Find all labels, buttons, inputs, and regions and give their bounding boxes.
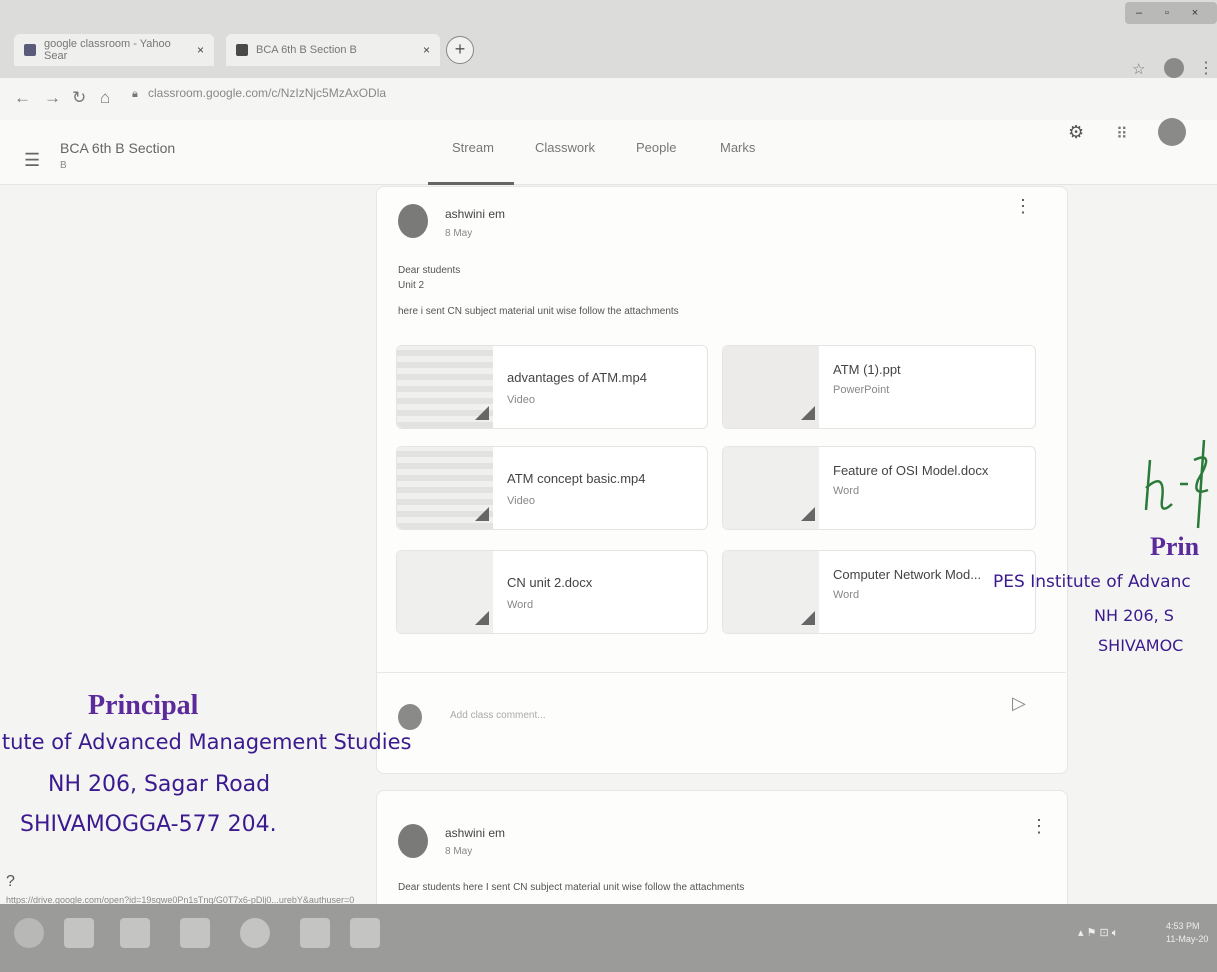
classroom-favicon-icon <box>236 44 248 56</box>
post-text-line: Unit 2 <box>398 280 425 291</box>
post-text-line: Dear students <box>398 265 461 276</box>
yahoo-favicon-icon <box>24 44 36 56</box>
post-more-options-icon[interactable]: ⋮ <box>1014 196 1032 217</box>
stamp-principal-title: Principal <box>88 690 199 721</box>
close-window-button[interactable]: × <box>1181 2 1209 24</box>
tab-marks[interactable]: Marks <box>720 140 755 155</box>
hamburger-menu-icon[interactable]: ☰ <box>24 150 40 171</box>
class-comment-input[interactable]: Add class comment... <box>450 710 546 721</box>
post-more-options-icon[interactable]: ⋮ <box>1030 816 1048 837</box>
attachment-video[interactable]: advantages of ATM.mp4 Video <box>396 345 708 429</box>
attachment-type: Word <box>507 599 534 611</box>
attachment-title: ATM (1).ppt <box>833 362 901 377</box>
attachment-type: Word <box>833 485 860 497</box>
home-icon[interactable]: ⌂ <box>100 88 110 108</box>
forward-icon[interactable]: → <box>44 88 61 108</box>
stamp-address-line: NH 206, S <box>1094 606 1174 625</box>
tray-time: 4:53 PM <box>1166 921 1200 931</box>
post-author: ashwini em <box>445 826 506 840</box>
system-tray-icons[interactable]: ▴ ⚑ ⊡ 🔈︎ <box>1078 926 1118 940</box>
attachment-title: ATM concept basic.mp4 <box>507 471 646 486</box>
gear-icon[interactable]: ⚙ <box>1068 122 1084 143</box>
file-corner-icon <box>801 611 815 625</box>
close-tab-icon[interactable]: × <box>197 43 204 57</box>
stamp-city-line: SHIVAMOC <box>1098 636 1184 655</box>
apps-grid-icon[interactable]: ⠿ <box>1116 124 1128 144</box>
start-button-icon[interactable] <box>14 918 44 948</box>
tab-label: BCA 6th B Section B <box>256 44 357 56</box>
attachment-word[interactable]: Feature of OSI Model.docx Word <box>722 446 1036 530</box>
chrome-icon[interactable] <box>240 918 270 948</box>
reload-icon[interactable]: ↻ <box>72 88 86 108</box>
attachment-type: Word <box>833 589 860 601</box>
browser-tab-classroom[interactable]: BCA 6th B Section B × <box>226 34 440 66</box>
back-icon[interactable]: ← <box>14 88 31 108</box>
window-controls: – ▫ × <box>1125 2 1217 24</box>
maximize-button[interactable]: ▫ <box>1153 2 1181 24</box>
word-icon[interactable] <box>350 918 380 948</box>
internet-explorer-icon[interactable] <box>64 918 94 948</box>
stamp-institute-line: PES Institute of Advanc <box>993 572 1191 592</box>
attachment-title: Feature of OSI Model.docx <box>833 463 989 478</box>
post-text-line: here i sent CN subject material unit wis… <box>398 306 679 317</box>
handwritten-signature <box>1144 440 1209 529</box>
post-date: 8 May <box>445 228 473 239</box>
post-text: Dear students here I sent CN subject mat… <box>398 882 745 893</box>
account-avatar[interactable] <box>1158 118 1186 146</box>
classroom-header <box>0 120 1217 185</box>
browser-tab-yahoo[interactable]: google classroom - Yahoo Sear × <box>14 34 214 66</box>
post-author: ashwini em <box>445 207 506 221</box>
help-icon[interactable]: ? <box>6 873 15 891</box>
attachment-type: PowerPoint <box>833 384 890 396</box>
paint-icon[interactable] <box>300 918 330 948</box>
new-tab-button[interactable]: + <box>446 36 474 64</box>
tray-clock[interactable]: 4:53 PM 11-May-20 <box>1166 920 1208 946</box>
stamp-principal-title: Prin <box>1150 532 1200 561</box>
tab-label: google classroom - Yahoo Sear <box>44 38 171 62</box>
send-icon[interactable]: ▷ <box>1012 693 1026 714</box>
file-explorer-icon[interactable] <box>120 918 150 948</box>
class-title[interactable]: BCA 6th B Section <box>60 140 175 156</box>
attachment-word[interactable]: CN unit 2.docx Word <box>396 550 708 634</box>
class-subtitle: B <box>60 160 67 171</box>
stamp-address-line: NH 206, Sagar Road <box>48 772 271 797</box>
stream-post-card <box>376 790 1068 922</box>
attachment-powerpoint[interactable]: ATM (1).ppt PowerPoint <box>722 345 1036 429</box>
post-date: 8 May <box>445 846 473 857</box>
attachment-word[interactable]: Computer Network Mod... Word <box>722 550 1036 634</box>
file-corner-icon <box>475 406 489 420</box>
url-input[interactable]: classroom.google.com/c/NzIzNjc5MzAxODla <box>148 86 386 100</box>
attachment-title: advantages of ATM.mp4 <box>507 370 647 385</box>
media-player-icon[interactable] <box>180 918 210 948</box>
minimize-button[interactable]: – <box>1125 2 1153 24</box>
profile-avatar[interactable] <box>1164 58 1184 78</box>
attachment-type: Video <box>507 495 535 507</box>
browser-menu-icon[interactable]: ⋮ <box>1198 58 1214 78</box>
stamp-institute-line: itute of Advanced Management Studies <box>0 730 412 754</box>
attachment-type: Video <box>507 394 535 406</box>
file-corner-icon <box>801 507 815 521</box>
close-tab-icon[interactable]: × <box>423 43 430 57</box>
tray-date: 11-May-20 <box>1166 934 1209 944</box>
file-corner-icon <box>475 611 489 625</box>
stamp-city-line: SHIVAMOGGA-577 204. <box>20 812 277 837</box>
file-corner-icon <box>475 507 489 521</box>
tab-people[interactable]: People <box>636 140 676 155</box>
bookmark-star-icon[interactable]: ☆ <box>1132 60 1145 78</box>
divider <box>376 672 1066 673</box>
lock-icon: 🔒︎ <box>132 88 138 100</box>
author-avatar <box>398 824 428 858</box>
tab-classwork[interactable]: Classwork <box>535 140 595 155</box>
tab-stream[interactable]: Stream <box>452 140 494 155</box>
author-avatar <box>398 204 428 238</box>
attachment-title: CN unit 2.docx <box>507 575 593 590</box>
active-tab-indicator <box>428 182 514 185</box>
file-corner-icon <box>801 406 815 420</box>
commenter-avatar <box>398 704 422 730</box>
attachment-video[interactable]: ATM concept basic.mp4 Video <box>396 446 708 530</box>
